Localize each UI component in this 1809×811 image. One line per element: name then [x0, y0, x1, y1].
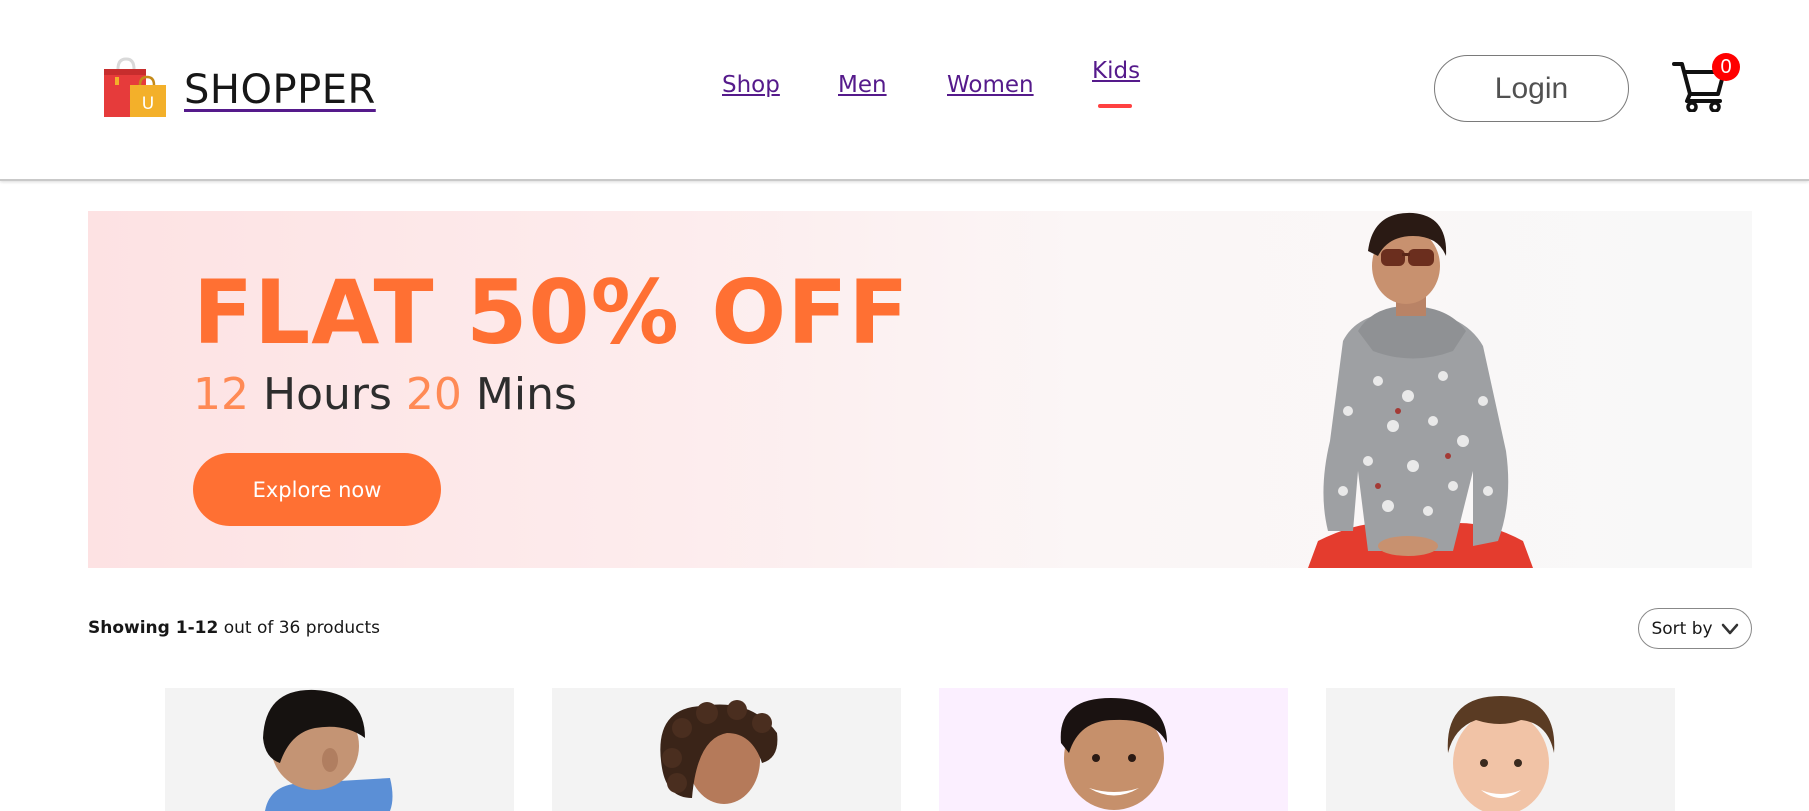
product-image: [660, 700, 778, 804]
banner-model-image: [1308, 212, 1533, 568]
product-card[interactable]: [1326, 688, 1675, 811]
nav-item-kids[interactable]: Kids: [1092, 58, 1140, 84]
brand-name: SHOPPER: [184, 67, 376, 113]
banner-headline: FLAT 50% OFF: [193, 261, 910, 364]
timer-mins-label: Mins: [475, 369, 577, 420]
showing-range: Showing 1-12: [88, 618, 219, 638]
cart-count-badge: 0: [1712, 53, 1740, 81]
active-nav-indicator: [1098, 104, 1132, 108]
showing-total: out of 36 products: [223, 618, 381, 638]
sort-by-dropdown[interactable]: Sort by: [1638, 608, 1752, 649]
brand-logo-link[interactable]: U SHOPPER: [100, 55, 376, 125]
shopping-bag-logo-icon: U: [104, 57, 166, 117]
product-card[interactable]: [552, 688, 901, 811]
chevron-down-icon: [1721, 623, 1738, 634]
listing-info-bar: Showing 1-12 out of 36 products Sort by: [88, 608, 1752, 650]
promo-banner: FLAT 50% OFF 12 Hours 20 Mins Explore no…: [88, 211, 1752, 568]
explore-now-button[interactable]: Explore now: [193, 453, 441, 526]
product-grid: [165, 688, 1675, 811]
product-image: [1447, 696, 1555, 811]
nav-item-men[interactable]: Men: [838, 72, 887, 98]
showing-count: Showing 1-12 out of 36 products: [88, 618, 380, 638]
product-image: [263, 689, 393, 811]
product-image: [1060, 698, 1167, 810]
timer-hours-label: Hours: [263, 369, 392, 420]
nav-item-shop[interactable]: Shop: [722, 72, 780, 98]
timer-hours: 12: [193, 369, 249, 420]
svg-text:U: U: [142, 94, 154, 114]
product-card[interactable]: [165, 688, 514, 811]
sort-by-label: Sort by: [1651, 618, 1713, 639]
login-button[interactable]: Login: [1434, 55, 1629, 122]
nav-item-women[interactable]: Women: [947, 72, 1034, 98]
timer-mins: 20: [405, 369, 462, 420]
navbar: U SHOPPER Shop Men Women Kids Login 0: [0, 0, 1809, 181]
banner-timer: 12 Hours 20 Mins: [193, 369, 577, 420]
product-card[interactable]: [939, 688, 1288, 811]
